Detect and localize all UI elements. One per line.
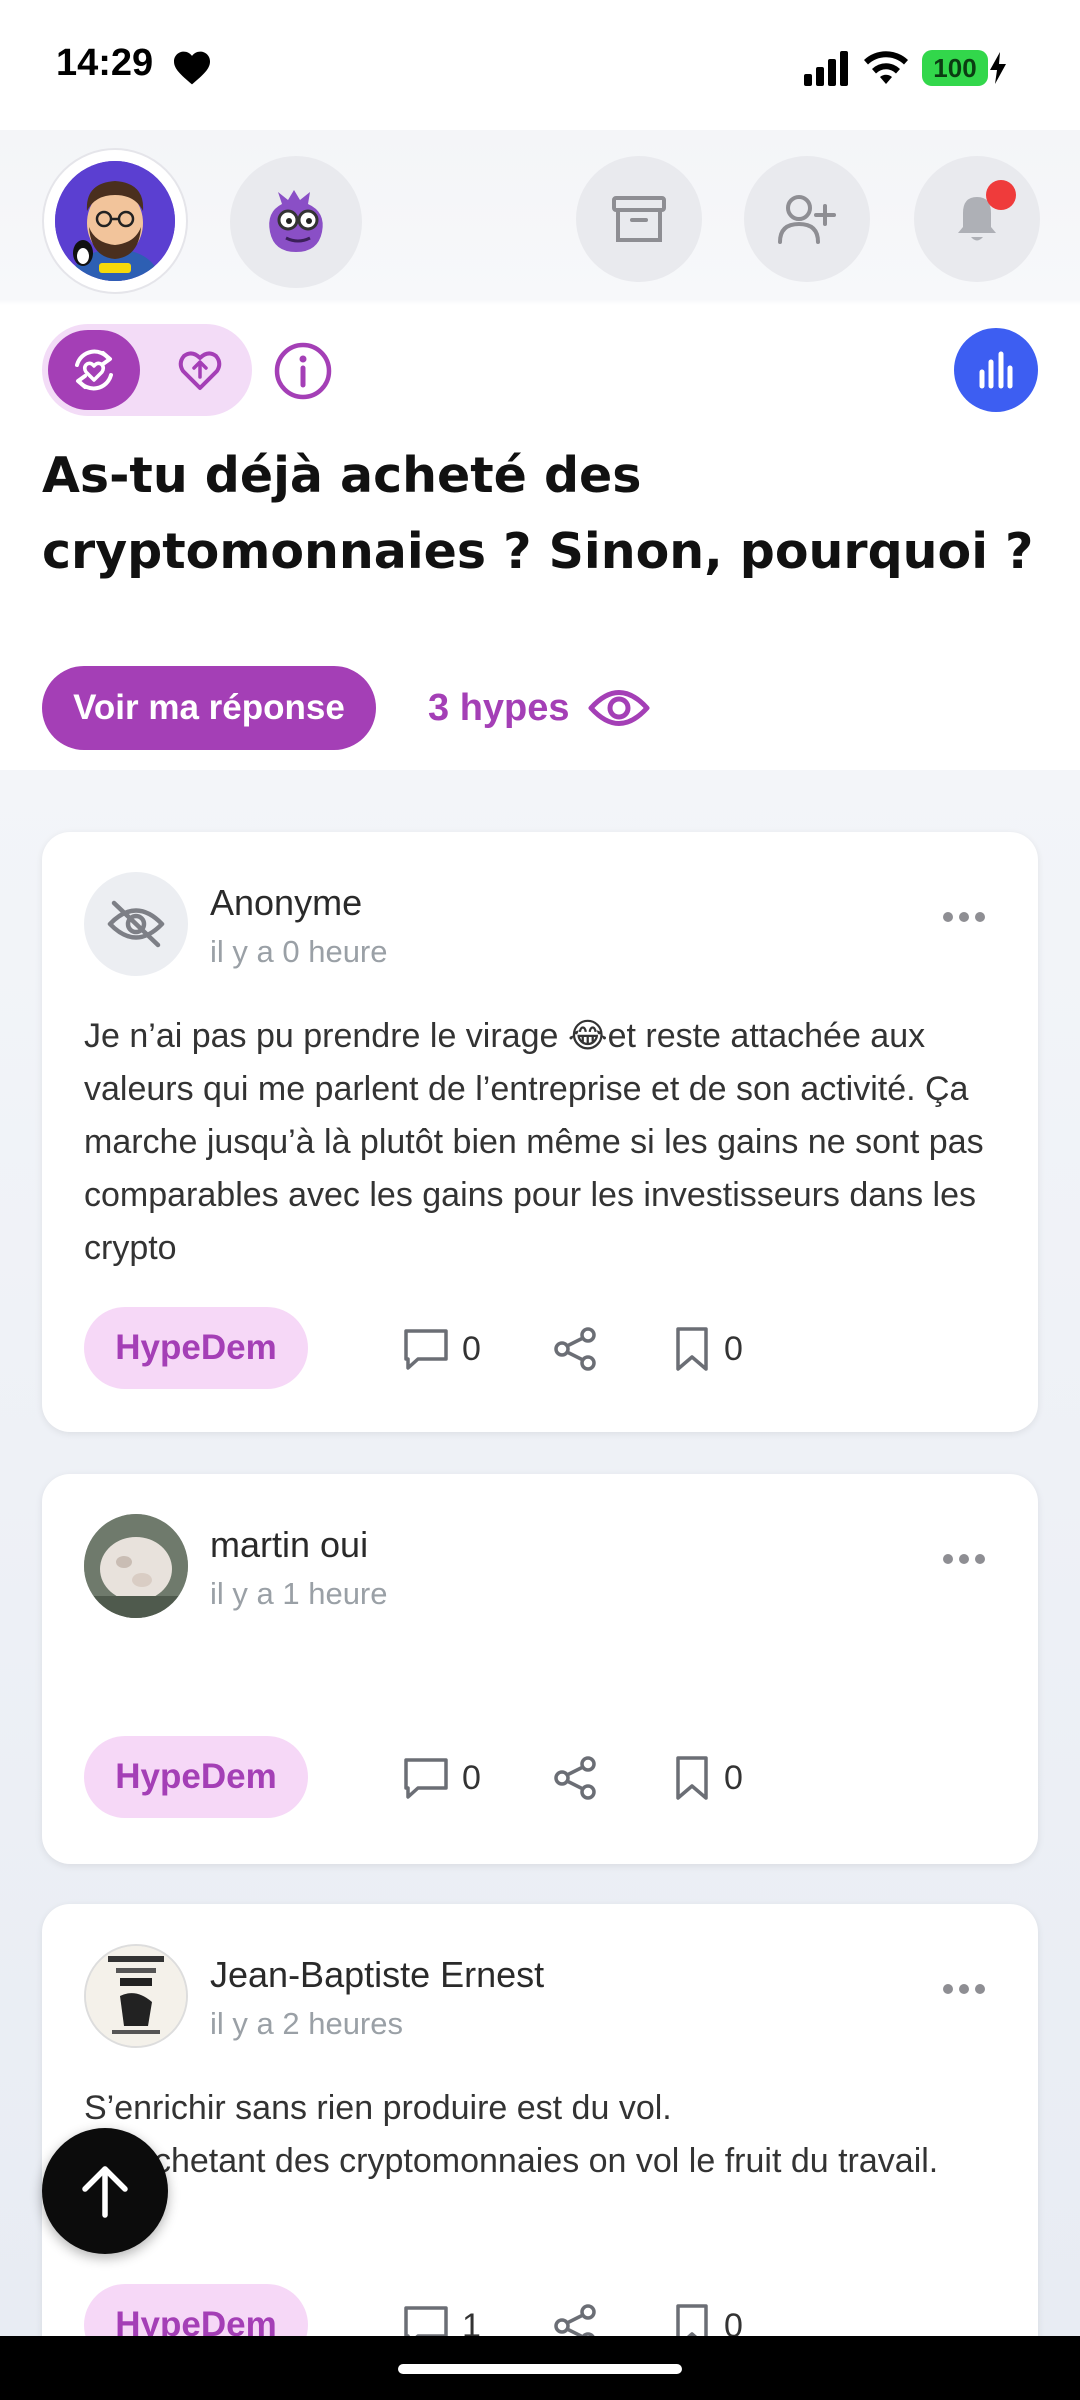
- more-options-icon[interactable]: [942, 1982, 986, 1996]
- bookmark-button[interactable]: 0: [672, 1756, 743, 1800]
- post-time: il y a 0 heure: [210, 934, 388, 969]
- mode-toggle: [42, 324, 252, 416]
- archive-button[interactable]: [576, 156, 702, 282]
- comment-count: 1: [462, 2306, 481, 2337]
- wifi-icon: [864, 51, 908, 84]
- battery-icon: 100: [922, 48, 1008, 88]
- more-options-icon[interactable]: [942, 910, 986, 924]
- share-icon: [554, 2304, 596, 2336]
- avatar: [84, 1514, 188, 1618]
- hypes-label: 3 hypes: [428, 686, 570, 729]
- heart-upload-icon: [178, 351, 222, 390]
- heart-icon: [174, 51, 210, 85]
- bookmark-icon: [676, 1756, 708, 1800]
- post-time: il y a 1 heure: [210, 1576, 388, 1611]
- question-title: As-tu déjà acheté des cryptomonnaies ? S…: [42, 447, 1034, 580]
- eye-off-icon: [107, 900, 165, 948]
- share-button[interactable]: [552, 1756, 612, 1800]
- post-actions: HypeDem 0 0: [84, 1736, 984, 1818]
- see-my-answer-button[interactable]: Voir ma réponse: [42, 666, 376, 750]
- signal-icon: [804, 51, 848, 86]
- post-actions: HypeDem 1 0: [84, 2284, 984, 2336]
- answer-card: martin oui il y a 1 heure HypeDem 0 0: [42, 1474, 1038, 1864]
- comment-icon: [404, 1329, 448, 1370]
- archive-icon: [612, 196, 666, 242]
- bookmark-count: 0: [724, 2306, 743, 2337]
- battery-level: 100: [922, 50, 988, 86]
- comment-icon: [404, 1758, 448, 1799]
- user-photo-icon: [84, 1514, 188, 1618]
- bar-chart-icon: [979, 351, 1013, 389]
- hype-button[interactable]: HypeDem: [84, 1736, 308, 1818]
- author-name[interactable]: Anonyme: [210, 882, 362, 924]
- author-name[interactable]: Jean-Baptiste Ernest: [210, 1954, 544, 1996]
- status-bar: 14:29 100: [0, 0, 1080, 130]
- bookmark-icon: [676, 2304, 708, 2336]
- group-avatar-button[interactable]: [230, 156, 362, 288]
- bookmark-count: 0: [724, 1329, 743, 1368]
- comment-button[interactable]: 0: [402, 1756, 481, 1800]
- linux-avatar-icon: [55, 161, 175, 281]
- refresh-heart-icon: [75, 349, 113, 391]
- add-user-icon: [778, 195, 836, 244]
- anonymous-avatar: [84, 872, 188, 976]
- post-time: il y a 2 heures: [210, 2006, 403, 2041]
- answer-card: Anonyme il y a 0 heure Je n’ai pas pu pr…: [42, 832, 1038, 1432]
- bookmark-icon: [676, 1327, 708, 1371]
- comment-count: 0: [462, 1758, 481, 1797]
- hypes-count[interactable]: 3 hypes: [428, 682, 650, 734]
- answers-feed: Anonyme il y a 0 heure Je n’ai pas pu pr…: [0, 770, 1080, 2336]
- charging-icon: [990, 52, 1006, 84]
- more-options-icon[interactable]: [942, 1552, 986, 1566]
- scroll-to-top-button[interactable]: [42, 2128, 168, 2254]
- share-icon: [554, 1327, 596, 1371]
- comment-icon: [404, 2306, 448, 2336]
- share-icon: [554, 1756, 596, 1800]
- avatar: [55, 161, 175, 281]
- comment-count: 0: [462, 1329, 481, 1368]
- author-name[interactable]: martin oui: [210, 1524, 368, 1566]
- notification-badge: [986, 180, 1016, 210]
- comment-button[interactable]: 1: [402, 2304, 481, 2336]
- share-button[interactable]: [552, 1327, 612, 1371]
- home-indicator[interactable]: [398, 2364, 682, 2374]
- status-time: 14:29: [56, 42, 154, 84]
- avatar: [84, 1944, 188, 2048]
- info-icon[interactable]: [274, 342, 332, 400]
- arrow-up-icon: [82, 2166, 128, 2218]
- hype-button[interactable]: HypeDem: [84, 1307, 308, 1389]
- bookmark-button[interactable]: 0: [672, 2304, 743, 2336]
- toggle-option-refresh[interactable]: [48, 330, 140, 410]
- answer-card: Jean-Baptiste Ernest il y a 2 heures S’e…: [42, 1904, 1038, 2336]
- notifications-button[interactable]: [914, 156, 1040, 282]
- poster-avatar-icon: [86, 1946, 186, 2046]
- dragon-icon: [269, 190, 323, 252]
- post-text: S’enrichir sans rien produire est du vol…: [84, 2089, 939, 2180]
- toggle-option-upload[interactable]: [158, 330, 242, 410]
- bookmark-button[interactable]: 0: [672, 1327, 743, 1371]
- question-header: As-tu déjà acheté des cryptomonnaies ? S…: [0, 130, 1080, 770]
- add-user-button[interactable]: [744, 156, 870, 282]
- eye-icon: [588, 690, 650, 726]
- profile-avatar-button[interactable]: [42, 148, 188, 294]
- post-text: Je n’ai pas pu prendre le virage 😂et res…: [84, 1017, 984, 1267]
- stats-button[interactable]: [954, 328, 1038, 412]
- share-button[interactable]: [552, 2304, 612, 2336]
- post-actions: HypeDem 0 0: [84, 1307, 984, 1389]
- comment-button[interactable]: 0: [402, 1327, 481, 1371]
- bookmark-count: 0: [724, 1758, 743, 1797]
- hype-button[interactable]: HypeDem: [84, 2284, 308, 2336]
